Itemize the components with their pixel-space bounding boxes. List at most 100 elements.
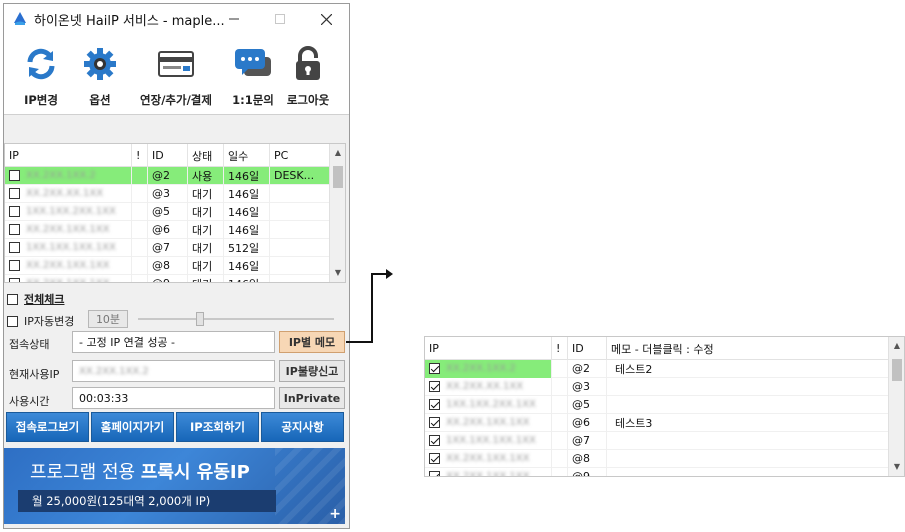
close-button[interactable] <box>303 4 349 34</box>
ip-value: XX.2XX.1XX.1XX <box>446 453 530 464</box>
id-cell: @2 <box>148 166 188 185</box>
memo-cell[interactable]: 테스트2 <box>607 360 887 378</box>
table-row[interactable]: XX.2XX.1XX.2 @2 사용 146일 DESK... <box>5 166 345 185</box>
table-row[interactable]: XX.2XX.1XX.1XX @9 <box>425 467 904 477</box>
id-cell: @2 <box>568 359 607 378</box>
toolbar-options-button[interactable]: 옵션 <box>78 44 122 108</box>
col-flag[interactable]: ! <box>132 144 148 167</box>
memo-col-memo[interactable]: 메모 - 더블클릭 : 수정 <box>607 337 887 360</box>
pc-cell <box>270 221 330 239</box>
scroll-thumb[interactable] <box>892 359 902 381</box>
check-all-row[interactable]: 전체체크 <box>7 291 64 307</box>
scroll-up-icon[interactable]: ▲ <box>889 339 904 353</box>
table-row[interactable]: XX.2XX.XX.1XX @3 <box>425 377 904 396</box>
col-days[interactable]: 일수 <box>224 144 270 167</box>
scroll-down-icon[interactable]: ▼ <box>330 266 345 280</box>
table-row[interactable]: XX.2XX.XX.1XX @3 대기 146일 <box>5 184 345 203</box>
col-id[interactable]: ID <box>148 144 188 167</box>
table-row[interactable]: 1XX.1XX.1XX.1XX @7 <box>425 431 904 450</box>
table-row[interactable]: 1XX.1XX.2XX.1XX @5 대기 146일 <box>5 202 345 221</box>
notice-button[interactable]: 공지사항 <box>261 412 344 442</box>
row-checkbox[interactable] <box>429 435 440 446</box>
row-checkbox[interactable] <box>9 260 20 271</box>
toolbar-inquiry-button[interactable]: 1:1문의 <box>230 44 276 108</box>
interval-field[interactable]: 10분 <box>88 310 128 328</box>
memo-cell[interactable] <box>607 378 887 396</box>
days-cell: 146일 <box>224 256 270 275</box>
memo-col-flag[interactable]: ! <box>552 337 568 360</box>
ip-table-scrollbar[interactable]: ▲ ▼ <box>329 144 345 282</box>
close-icon <box>320 13 332 25</box>
row-checkbox[interactable] <box>9 224 20 235</box>
row-checkbox[interactable] <box>9 278 20 282</box>
id-cell: @3 <box>568 377 607 396</box>
row-checkbox[interactable] <box>9 170 20 181</box>
card-icon <box>158 51 194 77</box>
col-pc[interactable]: PC <box>270 144 330 167</box>
table-row[interactable]: XX.2XX.1XX.1XX @8 대기 146일 <box>5 256 345 275</box>
table-row[interactable]: XX.2XX.1XX.1XX @6 테스트3 <box>425 413 904 432</box>
auto-change-checkbox[interactable] <box>7 315 18 327</box>
scroll-thumb[interactable] <box>333 166 343 188</box>
current-ip-value: XX.2XX.1XX.2 <box>79 365 149 377</box>
status-cell: 대기 <box>188 238 224 257</box>
memo-cell[interactable] <box>607 450 887 468</box>
chat-bubble-icon <box>235 49 271 76</box>
memo-table-scrollbar[interactable]: ▲ ▼ <box>888 337 904 476</box>
memo-col-id[interactable]: ID <box>568 337 607 360</box>
table-row[interactable]: XX.2XX.1XX.1XX @6 대기 146일 <box>5 220 345 239</box>
ip-lookup-button[interactable]: IP조회하기 <box>176 412 259 442</box>
row-checkbox[interactable] <box>9 188 20 199</box>
scroll-down-icon[interactable]: ▼ <box>889 460 904 474</box>
flag-cell <box>552 413 568 432</box>
check-all-checkbox[interactable] <box>7 293 18 305</box>
memo-cell[interactable] <box>607 432 887 450</box>
check-all-label[interactable]: 전체체크 <box>24 291 64 307</box>
table-row[interactable]: XX.2XX.1XX.1XX @9대기146일 <box>5 274 345 282</box>
interval-slider-thumb[interactable] <box>196 312 204 326</box>
id-cell: @9 <box>568 467 607 476</box>
ip-table-body: XX.2XX.1XX.2 @2 사용 146일 DESK... XX.2XX.XX.1XX… <box>5 166 345 282</box>
col-status[interactable]: 상태 <box>188 144 224 167</box>
memo-cell[interactable] <box>607 468 887 477</box>
toolbar-logout-button[interactable]: 로그아웃 <box>282 44 334 108</box>
interval-slider[interactable] <box>138 318 334 320</box>
toolbar-ip-change-button[interactable]: IP변경 <box>10 44 72 108</box>
ip-cell: 1XX.1XX.2XX.1XX <box>425 395 552 414</box>
table-row[interactable]: 1XX.1XX.2XX.1XX @5 <box>425 395 904 414</box>
row-checkbox[interactable] <box>429 471 440 476</box>
toolbar-payment-button[interactable]: 연장/추가/결제 <box>128 44 224 108</box>
memo-table: IP ! ID 메모 - 더블클릭 : 수정 XX.2XX.1XX.2 @2 테스트… <box>424 336 905 477</box>
row-checkbox[interactable] <box>429 453 440 464</box>
ip-cell: 1XX.1XX.2XX.1XX <box>5 202 132 221</box>
row-checkbox[interactable] <box>429 399 440 410</box>
id-cell: @8 <box>148 256 188 275</box>
row-checkbox[interactable] <box>429 363 440 374</box>
row-checkbox[interactable] <box>429 417 440 428</box>
toolbar-label: 로그아웃 <box>286 93 330 107</box>
ip-cell: XX.2XX.1XX.1XX <box>5 220 132 239</box>
minimize-button[interactable] <box>211 4 257 34</box>
homepage-button[interactable]: 홈페이지가기 <box>91 412 174 442</box>
promo-banner[interactable]: 프로그램 전용 프록시 유동IP 월 25,000원(125대역 2,000개 … <box>4 448 345 524</box>
row-checkbox[interactable] <box>9 242 20 253</box>
ip-memo-button[interactable]: IP별 메모 <box>279 331 345 353</box>
row-checkbox[interactable] <box>429 381 440 392</box>
inprivate-button[interactable]: InPrivate <box>279 387 345 409</box>
table-row[interactable]: XX.2XX.1XX.1XX @8 <box>425 449 904 468</box>
access-log-button[interactable]: 접속로그보기 <box>6 412 89 442</box>
row-checkbox[interactable] <box>9 206 20 217</box>
memo-cell[interactable]: 테스트3 <box>607 414 887 432</box>
memo-table-body: XX.2XX.1XX.2 @2 테스트2 XX.2XX.XX.1XX @3 1XX.1XX… <box>425 359 904 477</box>
memo-cell[interactable] <box>607 396 887 414</box>
ip-report-button[interactable]: IP불량신고 <box>279 360 345 382</box>
col-ip[interactable]: IP <box>5 144 132 167</box>
maximize-icon <box>275 14 285 24</box>
auto-change-label[interactable]: IP자동변경 <box>24 313 74 329</box>
days-cell: 146일 <box>224 274 270 282</box>
table-row[interactable]: 1XX.1XX.1XX.1XX @7 대기 512일 <box>5 238 345 257</box>
memo-col-ip[interactable]: IP <box>425 337 552 360</box>
banner-plus-icon[interactable]: + <box>329 506 341 522</box>
scroll-up-icon[interactable]: ▲ <box>330 146 345 160</box>
table-row[interactable]: XX.2XX.1XX.2 @2 테스트2 <box>425 359 904 378</box>
